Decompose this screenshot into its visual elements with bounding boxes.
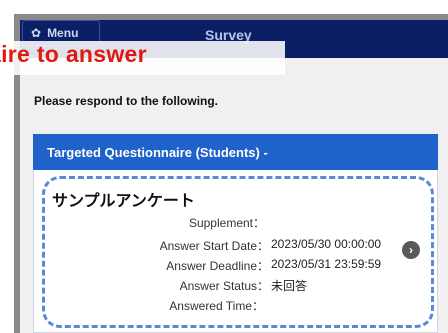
- field-value: 2023/05/31 23:59:59: [271, 257, 382, 271]
- field-label: Answer Status：: [179, 279, 269, 293]
- field-row-answer-start-date: Answer Start Date：: [100, 237, 269, 253]
- gear-icon: ✿: [31, 26, 42, 40]
- instruction-text: Please respond to the following.: [34, 94, 219, 108]
- field-value: 未回答: [271, 279, 308, 293]
- field-row-answer-status: Answer Status：: [100, 277, 269, 293]
- questionnaire-section-header[interactable]: Targeted Questionnaire (Students) -: [33, 134, 438, 170]
- field-label: Supplement：: [188, 216, 265, 230]
- menu-label: Menu: [47, 26, 79, 40]
- survey-card-title: サンプルアンケート: [52, 193, 195, 210]
- field-value: 2023/05/30 00:00:00: [271, 237, 382, 251]
- caption-text: aire to answer: [0, 41, 147, 67]
- field-row-answered-time: Answered Time：: [100, 297, 264, 313]
- field-row-answer-deadline: Answer Deadline：: [100, 257, 269, 273]
- field-label: Answer Deadline：: [166, 259, 269, 273]
- field-label: Answer Start Date：: [159, 239, 269, 253]
- chevron-right-circle-icon[interactable]: ›: [402, 241, 420, 259]
- field-row-supplement: Supplement：: [100, 214, 265, 230]
- field-label: Answered Time：: [169, 299, 264, 313]
